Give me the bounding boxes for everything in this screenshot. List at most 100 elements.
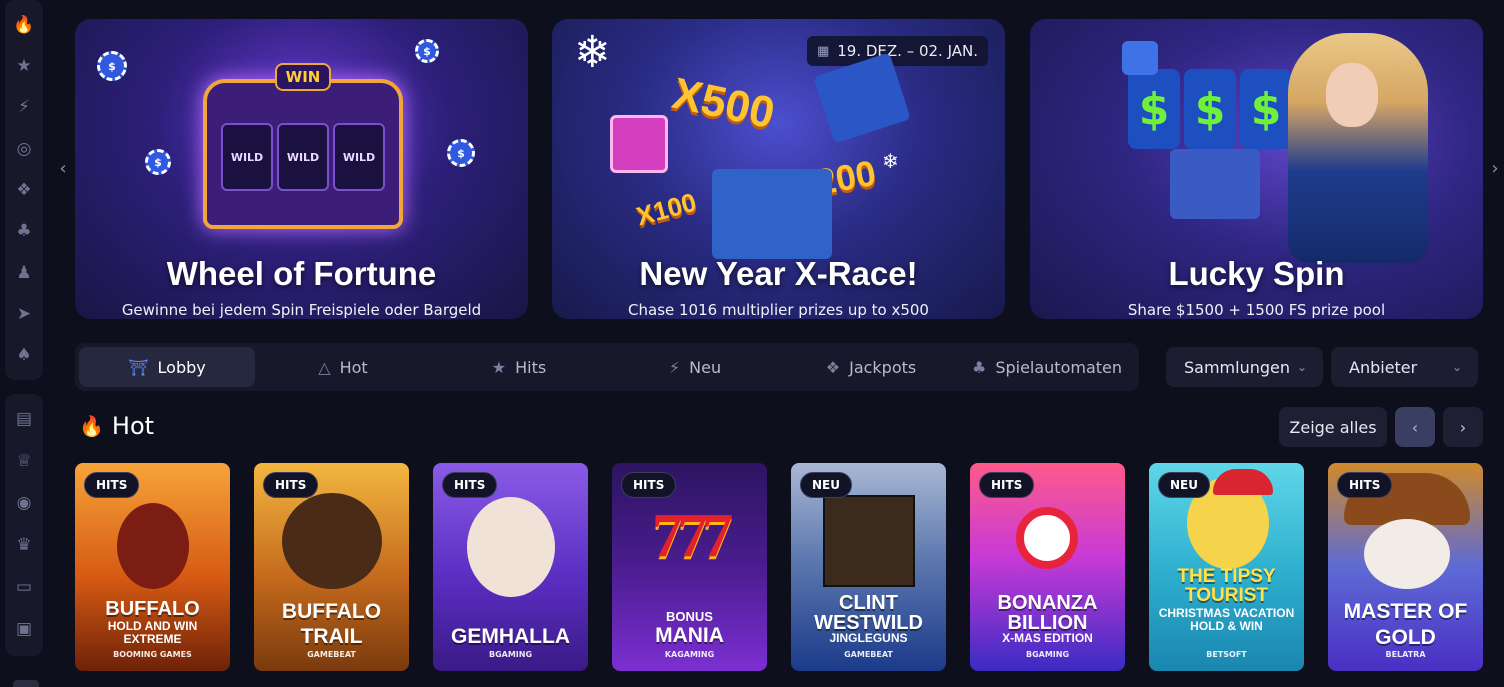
game-card-bonus-mania[interactable]: 777 HITS BONUS MANIA KAGAMING [612,463,767,671]
games-prev-button[interactable]: ‹ [1395,407,1435,447]
tab-label: Hot [339,357,368,377]
buffalo-art [117,503,189,589]
game-title: CLINT WESTWILD [814,592,923,634]
dropdown-label: Sammlungen [1184,357,1290,377]
casino-chip-icon: $ [415,39,439,63]
jackpot-icon: ❖ [825,357,841,377]
flame-icon: 🔥 [79,414,104,438]
slot-777-icon[interactable]: ◉ [5,482,43,524]
game-subtitle: BONUS [666,609,713,624]
gift-box-icon [1170,149,1260,219]
tab-label: Lobby [157,357,206,377]
dollar-reel: $ [1128,69,1180,149]
credit-card-icon[interactable]: ▭ [5,566,43,608]
snowflake-icon: ❄ [574,27,611,78]
promo-banner-new-year-x-race[interactable]: ❄ ❄ ▦ 19. DEZ. – 02. JAN. X500 X200 X100… [552,19,1005,319]
triple-seven-art: 777 [652,502,733,570]
card-icon[interactable]: ♠ [5,335,43,376]
dollar-reel: $ [1184,69,1236,149]
game-subtitle: JINGLEGUNS [829,631,908,645]
buffalo-art [282,493,382,589]
game-badge: HITS [621,472,677,498]
chevron-down-icon: ⌄ [1296,360,1307,374]
game-card-master-of-gold[interactable]: HITS MASTER OF GOLD BELATRA [1328,463,1483,671]
wild-reel: WILD [221,123,273,191]
game-badge: HITS [442,472,498,498]
flame-icon[interactable]: 🔥 [5,4,43,45]
game-badge: NEU [800,472,852,498]
lightning-icon[interactable]: ⚡ [5,87,43,128]
calendar-icon: ▦ [816,43,830,59]
rocket-icon[interactable]: ➤ [5,293,43,334]
tab-spielautomaten[interactable]: ♣ Spielautomaten [959,347,1135,387]
game-title: MASTER OF GOLD [1343,600,1468,649]
dropdown-label: Anbieter [1349,357,1418,377]
sidebar-more[interactable] [13,680,39,687]
star-icon[interactable]: ★ [5,45,43,86]
tab-jackpots[interactable]: ❖ Jackpots [783,347,959,387]
game-provider: BOOMING GAMES [113,650,192,659]
game-subtitle: HOLD AND WIN EXTREME [107,619,198,646]
game-provider: BGAMING [488,650,533,659]
promo-banner-lucky-spin[interactable]: $ $ $ Lucky Spin Share $1500 + 1500 FS p… [1030,19,1483,319]
x100-multiplier: X100 [633,186,700,232]
gift-icon[interactable]: ▤ [5,398,43,440]
game-badge: HITS [84,472,140,498]
old-man-art [1364,519,1450,589]
game-card-bonanza-billion[interactable]: HITS BONANZA BILLION X-MAS EDITION BGAMI… [970,463,1125,671]
gift-box-icon [813,52,911,144]
tab-lobby[interactable]: ⛩ Lobby [79,347,255,387]
collections-dropdown[interactable]: Sammlungen ⌄ [1166,347,1323,387]
game-title: GEMHALLA [451,625,570,648]
x500-multiplier: X500 [668,68,779,139]
lightning-icon: ⚡ [668,357,681,377]
tab-hot[interactable]: △ Hot [255,347,431,387]
casino-chip-icon: $ [145,149,171,175]
chevron-left-icon: ‹ [1411,417,1419,437]
banner-subtitle: Chase 1016 multiplier prizes up to x500 [628,301,929,319]
tab-label: Hits [515,357,547,377]
crown-icon[interactable]: ♛ [5,524,43,566]
providers-dropdown[interactable]: Anbieter ⌄ [1331,347,1478,387]
game-card-the-tipsy-tourist[interactable]: NEU THE TIPSY TOURIST CHRISTMAS VACATION… [1149,463,1304,671]
sidebar-feature-group: ▤ ♕ ◉ ♛ ▭ ▣ [5,394,43,656]
tab-neu[interactable]: ⚡ Neu [607,347,783,387]
games-next-button[interactable]: › [1443,407,1483,447]
casino-chip-icon: $ [447,139,475,167]
show-all-button[interactable]: Zeige alles [1279,407,1387,447]
carousel-next-button[interactable]: › [1488,158,1502,179]
candy-art [1016,507,1078,569]
casino-chip-icon: $ [97,51,127,81]
sidebar-category-group: 🔥 ★ ⚡ ◎ ❖ ♣ ♟ ➤ ♠ [5,0,43,380]
promo-banner-wheel-of-fortune[interactable]: $ $ $ $ WIN WILD WILD WILD Wheel of Fort… [75,19,528,319]
section-title: Hot [111,412,155,440]
wallet-icon[interactable]: ▣ [5,608,43,650]
cherries-icon: ♣ [971,357,987,377]
game-title: MANIA [655,624,724,647]
game-title: THE TIPSY TOURIST [1177,566,1276,606]
tab-hits[interactable]: ★ Hits [431,347,607,387]
win-sign: WIN [275,63,331,91]
game-subtitle: CHRISTMAS VACATION HOLD & WIN [1158,606,1295,633]
target-icon[interactable]: ◎ [5,128,43,169]
banner-subtitle: Share $1500 + 1500 FS prize pool [1127,301,1386,319]
cherries-icon[interactable]: ♣ [5,211,43,252]
trophy-icon[interactable]: ♕ [5,440,43,482]
carousel-prev-button[interactable]: ‹ [56,158,70,179]
game-card-gemhalla[interactable]: HITS GEMHALLA BGAMING [433,463,588,671]
game-card-buffalo-trail[interactable]: HITS BUFFALO TRAIL GAMEBEAT [254,463,409,671]
gift-box-icon [610,115,668,173]
viking-art [467,497,555,597]
game-provider: BGAMING [1025,650,1070,659]
game-provider: BETSOFT [1206,650,1247,659]
chevron-down-icon: ⌄ [1451,360,1462,374]
chess-icon[interactable]: ♟ [5,252,43,293]
snowflake-icon: ❄ [882,149,899,173]
game-card-buffalo[interactable]: HITS BUFFALO HOLD AND WIN EXTREME BOOMIN… [75,463,230,671]
game-title: BUFFALO TRAIL [281,600,382,649]
tab-label: Spielautomaten [995,357,1123,377]
sidebar: 🔥 ★ ⚡ ◎ ❖ ♣ ♟ ➤ ♠ ▤ ♕ ◉ ♛ ▭ ▣ [5,0,43,687]
jackpot-icon[interactable]: ❖ [5,169,43,210]
game-card-clint-westwild[interactable]: NEU CLINT WESTWILD JINGLEGUNS GAMEBEAT [791,463,946,671]
game-badge: HITS [1337,472,1393,498]
